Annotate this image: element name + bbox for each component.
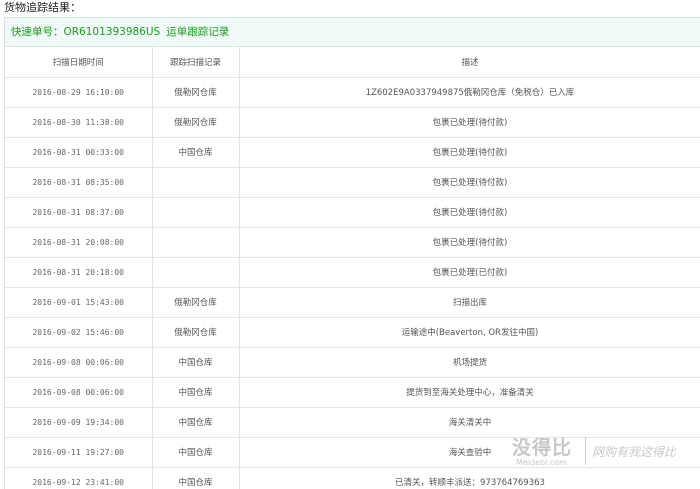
- cell-scan-location: 中国仓库: [152, 437, 240, 468]
- cell-scan-location: [152, 257, 240, 288]
- cell-scan-location: [152, 167, 240, 198]
- tracking-number-value: OR6101393986US: [63, 26, 161, 38]
- cell-scan-time: 2016-09-08 00:06:00: [5, 347, 153, 378]
- cell-description: 包裹已处理(已付款): [239, 257, 700, 288]
- meidebi-watermark: 没得比 Meidebi.com 网购有我这得比: [512, 433, 700, 473]
- table-row: 2016-08-31 08:37:00 包裹已处理(待付款): [5, 197, 700, 228]
- cell-scan-location: 中国仓库: [152, 347, 240, 378]
- tracking-table: 扫描日期时间 跟踪扫描记录 描述 2016-08-29 16:10:00 俄勒冈仓…: [5, 47, 700, 489]
- cell-description: 提货到至海关处理中心，准备清关: [239, 377, 700, 408]
- cell-description: 包裹已处理(待付款): [239, 227, 700, 258]
- table-row: 2016-08-29 16:10:00 俄勒冈仓库 1Z602E9A03379498…: [5, 77, 700, 108]
- cell-description: 包裹已处理(待付款): [239, 137, 700, 168]
- cell-scan-time: 2016-08-31 00:33:00: [5, 137, 153, 168]
- header-scan-time: 扫描日期时间: [5, 47, 153, 78]
- cell-scan-time: 2016-08-31 08:37:00: [5, 197, 153, 228]
- cell-scan-location: 俄勒冈仓库: [152, 77, 240, 108]
- cell-scan-location: [152, 197, 240, 228]
- header-description: 描述: [239, 47, 700, 78]
- cell-description: 扫描出库: [239, 287, 700, 318]
- table-row: 2016-08-31 00:33:00 中国仓库 包裹已处理(待付款): [5, 137, 700, 168]
- table-row: 2016-09-02 15:46:00 俄勒冈仓库 运输途中(Beaverton, …: [5, 317, 700, 348]
- table-row: 2016-09-08 00:06:00 中国仓库 机场提货: [5, 347, 700, 378]
- table-row: 2016-08-31 20:08:00 包裹已处理(待付款): [5, 227, 700, 258]
- cell-scan-location: 中国仓库: [152, 137, 240, 168]
- watermark-logo: 没得比: [512, 437, 573, 459]
- table-row: 2016-08-30 11:38:00 俄勒冈仓库 包裹已处理(待付款): [5, 107, 700, 138]
- cell-scan-time: 2016-08-31 20:18:00: [5, 257, 153, 288]
- cell-scan-location: 中国仓库: [152, 377, 240, 408]
- watermark-domain: Meidebi.com: [516, 458, 567, 467]
- cell-scan-time: 2016-09-08 00:06:00: [5, 377, 153, 408]
- cell-scan-time: 2016-09-11 19:27:00: [5, 437, 153, 468]
- table-header-row: 扫描日期时间 跟踪扫描记录 描述: [5, 47, 700, 78]
- table-row: 2016-09-08 00:06:00 中国仓库 提货到至海关处理中心，准备清关: [5, 377, 700, 408]
- cell-scan-time: 2016-08-29 16:10:00: [5, 77, 153, 108]
- cell-scan-time: 2016-09-02 15:46:00: [5, 317, 153, 348]
- table-row: 2016-08-31 08:35:00 包裹已处理(待付款): [5, 167, 700, 198]
- cell-description: 包裹已处理(待付款): [239, 167, 700, 198]
- cell-scan-location: 俄勒冈仓库: [152, 317, 240, 348]
- table-row: 2016-09-01 15:43:00 俄勒冈仓库 扫描出库: [5, 287, 700, 318]
- cell-scan-time: 2016-08-31 08:35:00: [5, 167, 153, 198]
- cell-scan-location: 俄勒冈仓库: [152, 287, 240, 318]
- cell-scan-time: 2016-09-09 19:34:00: [5, 407, 153, 438]
- header-scan-record: 跟踪扫描记录: [152, 47, 240, 78]
- cell-description: 机场提货: [239, 347, 700, 378]
- cell-description: 运输途中(Beaverton, OR发往中国): [239, 317, 700, 348]
- tracking-header: 快速单号：OR6101393986US 运单跟踪记录: [5, 18, 700, 47]
- cell-scan-time: 2016-08-31 20:08:00: [5, 227, 153, 258]
- cell-description: 包裹已处理(待付款): [239, 107, 700, 138]
- tracking-number-label: 快速单号：: [11, 26, 64, 38]
- cell-scan-time: 2016-09-01 15:43:00: [5, 287, 153, 318]
- table-row: 2016-08-31 20:18:00 包裹已处理(已付款): [5, 257, 700, 288]
- watermark-divider: [585, 437, 586, 465]
- tracking-panel: 快速单号：OR6101393986US 运单跟踪记录 扫描日期时间 跟踪扫描记录 …: [4, 17, 700, 489]
- page-title: 货物追踪结果：: [4, 1, 81, 14]
- cell-scan-location: 中国仓库: [152, 407, 240, 438]
- cell-scan-time: 2016-08-30 11:38:00: [5, 107, 153, 138]
- cell-scan-location: [152, 227, 240, 258]
- tracking-record-link[interactable]: 运单跟踪记录: [166, 26, 229, 38]
- cell-scan-time: 2016-09-12 23:41:00: [5, 467, 153, 489]
- cell-description: 包裹已处理(待付款): [239, 197, 700, 228]
- cell-scan-location: 中国仓库: [152, 467, 240, 489]
- watermark-slogan: 网购有我这得比: [592, 445, 677, 459]
- cell-scan-location: 俄勒冈仓库: [152, 107, 240, 138]
- cell-description: 1Z602E9A0337949875俄勒冈仓库（免税仓）已入库: [239, 77, 700, 108]
